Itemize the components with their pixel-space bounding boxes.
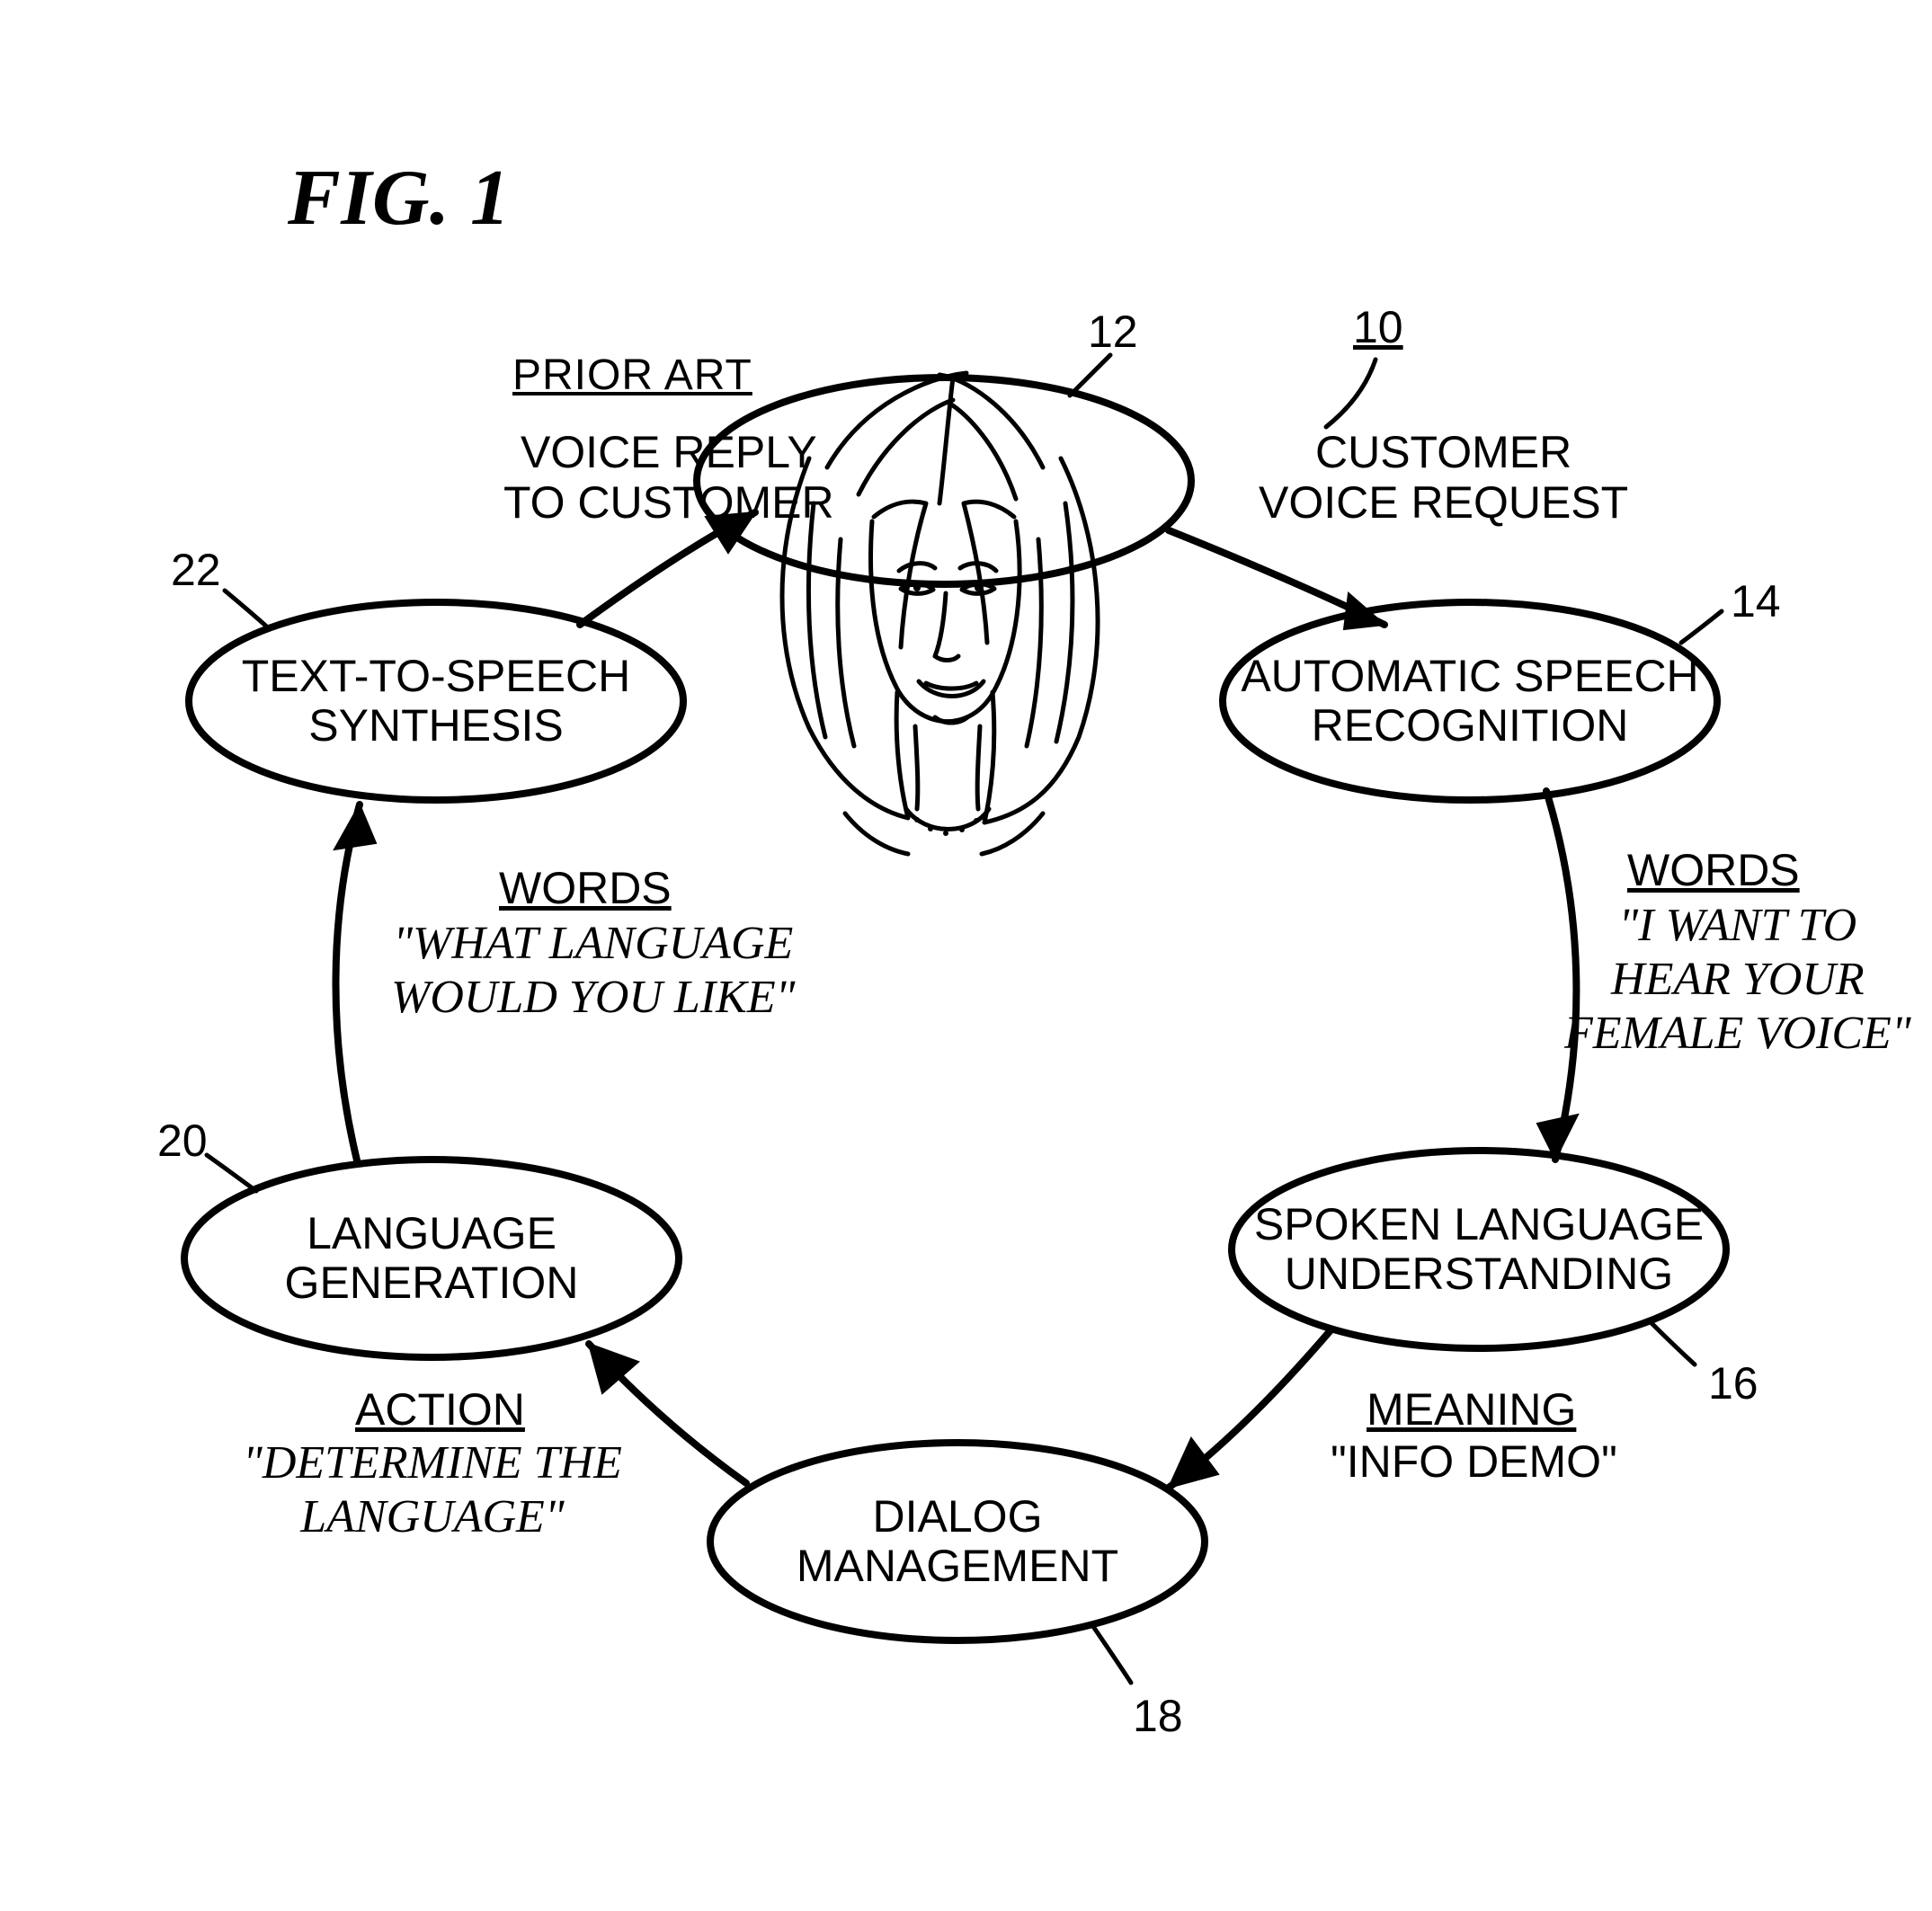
- arrow-tts-to-top: [580, 512, 755, 625]
- label-action-header: ACTION: [355, 1384, 525, 1435]
- label-words-left-header: WORDS: [499, 863, 672, 913]
- ref-12: 12: [1088, 306, 1138, 358]
- node-dm-text: DIALOG MANAGEMENT: [797, 1492, 1118, 1591]
- label-voice-reply: VOICE REPLY TO CUSTOMER: [503, 427, 834, 528]
- diagram-stage: FIG. 1 PRIOR ART 10 12 14 16 18 20 22 TE…: [0, 0, 1932, 1911]
- label-words-right-header: WORDS: [1627, 845, 1800, 895]
- tick-18: [1092, 1625, 1131, 1683]
- label-words-right-quote: "I WANT TO HEAR YOUR FEMALE VOICE": [1564, 899, 1911, 1060]
- ref-14: 14: [1731, 575, 1781, 627]
- label-customer-request: CUSTOMER VOICE REQUEST: [1259, 427, 1628, 528]
- tick-12: [1070, 355, 1110, 396]
- node-dm: DIALOG MANAGEMENT: [710, 1488, 1205, 1595]
- label-action-quote: "DETERMINE THE LANGUAGE": [243, 1436, 622, 1544]
- node-tts-text: TEXT-TO-SPEECH SYNTHESIS: [242, 652, 630, 751]
- node-lg-text: LANGUAGE GENERATION: [285, 1209, 579, 1308]
- node-slu-text: SPOKEN LANGUAGE UNDERSTANDING: [1254, 1200, 1704, 1299]
- ref-16: 16: [1708, 1357, 1758, 1409]
- label-meaning-value: "INFO DEMO": [1331, 1436, 1617, 1487]
- ref-20: 20: [157, 1115, 208, 1167]
- figure-title: FIG. 1: [288, 153, 511, 244]
- tick-16: [1650, 1321, 1695, 1364]
- label-words-left-quote: "WHAT LANGUAGE WOULD YOU LIKE": [391, 917, 795, 1025]
- tick-22: [225, 591, 270, 629]
- node-slu: SPOKEN LANGUAGE UNDERSTANDING: [1232, 1195, 1726, 1303]
- arrow-lg-to-tts: [334, 804, 376, 1164]
- node-lg: LANGUAGE GENERATION: [184, 1204, 679, 1312]
- node-asr: AUTOMATIC SPEECH RECOGNITION: [1223, 647, 1717, 755]
- ref-10: 10: [1353, 301, 1403, 353]
- ref-18: 18: [1133, 1690, 1183, 1742]
- leader-10: [1326, 360, 1376, 427]
- arrow-top-to-asr: [1169, 530, 1384, 629]
- node-asr-text: AUTOMATIC SPEECH RECOGNITION: [1241, 652, 1698, 751]
- tick-14: [1681, 611, 1722, 643]
- arrow-slu-to-dm: [1169, 1330, 1331, 1488]
- prior-art-label: PRIOR ART: [512, 351, 752, 400]
- ref-22: 22: [171, 544, 221, 596]
- tick-20: [207, 1155, 256, 1191]
- label-meaning-header: MEANING: [1367, 1384, 1576, 1435]
- node-tts: TEXT-TO-SPEECH SYNTHESIS: [189, 647, 683, 755]
